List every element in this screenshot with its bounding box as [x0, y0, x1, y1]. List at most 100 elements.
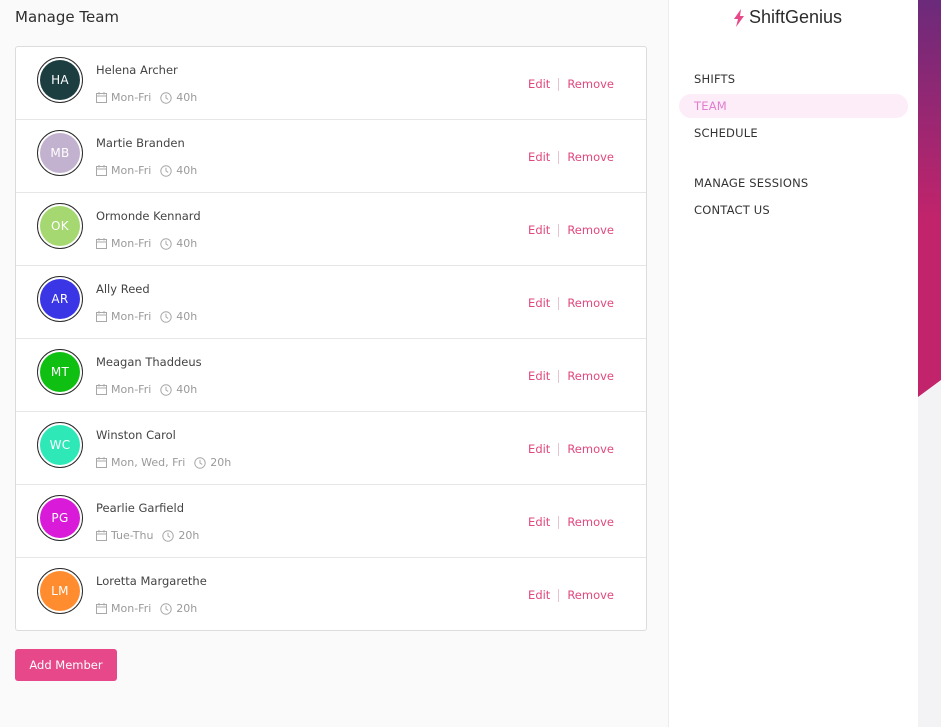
- edit-member-link[interactable]: Edit: [528, 515, 550, 529]
- brand-logo[interactable]: ShiftGenius: [733, 7, 842, 28]
- action-divider: [558, 442, 560, 456]
- member-row: PG Pearlie Garfield Tue-Thu 20h Edit Remove: [16, 485, 646, 558]
- avatar: AR: [37, 276, 83, 322]
- action-divider: [558, 588, 560, 602]
- nav-item-shifts[interactable]: SHIFTS: [694, 72, 735, 86]
- member-schedule: Mon-Fri 40h: [96, 164, 197, 177]
- clock-icon: [160, 602, 172, 615]
- member-hours: 20h: [176, 602, 198, 615]
- member-row: MB Martie Branden Mon-Fri 40h Edit Remove: [16, 120, 646, 193]
- edit-member-link[interactable]: Edit: [528, 296, 550, 310]
- member-schedule: Mon-Fri 40h: [96, 237, 197, 250]
- member-days: Mon, Wed, Fri: [111, 456, 186, 469]
- member-row: LM Loretta Margarethe Mon-Fri 20h Edit Remove: [16, 558, 646, 631]
- member-days: Mon-Fri: [111, 602, 152, 615]
- avatar-initials: OK: [40, 206, 80, 246]
- member-days: Tue-Thu: [111, 529, 154, 542]
- bolt-icon: [733, 8, 745, 27]
- remove-member-link[interactable]: Remove: [567, 588, 614, 602]
- member-name: Meagan Thaddeus: [96, 355, 202, 369]
- edit-member-link[interactable]: Edit: [528, 150, 550, 164]
- member-schedule: Tue-Thu 20h: [96, 529, 199, 542]
- clock-icon: [160, 310, 172, 323]
- avatar-initials: HA: [40, 60, 80, 100]
- member-hours: 40h: [176, 164, 198, 177]
- member-actions: Edit Remove: [528, 150, 614, 164]
- member-row: AR Ally Reed Mon-Fri 40h Edit Remove: [16, 266, 646, 339]
- member-hours: 40h: [176, 310, 198, 323]
- action-divider: [558, 515, 560, 529]
- avatar-initials: MT: [40, 352, 80, 392]
- clock-icon: [160, 164, 172, 177]
- action-divider: [558, 150, 560, 164]
- action-divider: [558, 77, 560, 91]
- member-hours: 40h: [176, 237, 198, 250]
- clock-icon: [160, 237, 172, 250]
- remove-member-link[interactable]: Remove: [567, 369, 614, 383]
- remove-member-link[interactable]: Remove: [567, 515, 614, 529]
- avatar-initials: AR: [40, 279, 80, 319]
- member-schedule: Mon-Fri 40h: [96, 91, 197, 104]
- member-schedule: Mon-Fri 40h: [96, 383, 197, 396]
- member-schedule: Mon, Wed, Fri 20h: [96, 456, 231, 469]
- member-name: Winston Carol: [96, 428, 176, 442]
- member-name: Martie Branden: [96, 136, 185, 150]
- brand-name: ShiftGenius: [749, 7, 843, 27]
- member-name: Pearlie Garfield: [96, 501, 184, 515]
- edit-member-link[interactable]: Edit: [528, 77, 550, 91]
- action-divider: [558, 369, 560, 383]
- member-name: Helena Archer: [96, 63, 178, 77]
- remove-member-link[interactable]: Remove: [567, 223, 614, 237]
- member-schedule: Mon-Fri 20h: [96, 602, 197, 615]
- avatar-initials: MB: [40, 133, 80, 173]
- calendar-icon: [96, 238, 107, 249]
- sidebar: ShiftGenius SHIFTS TEAM SCHEDULE MANAGE …: [668, 0, 918, 727]
- remove-member-link[interactable]: Remove: [567, 77, 614, 91]
- avatar-initials: LM: [40, 571, 80, 611]
- member-row: HA Helena Archer Mon-Fri 40h Edit Remove: [16, 47, 646, 120]
- member-row: MT Meagan Thaddeus Mon-Fri 40h Edit Remove: [16, 339, 646, 412]
- remove-member-link[interactable]: Remove: [567, 296, 614, 310]
- decorative-gradient-corner: [918, 0, 941, 727]
- add-member-button[interactable]: Add Member: [15, 649, 117, 681]
- action-divider: [558, 223, 560, 237]
- member-actions: Edit Remove: [528, 442, 614, 456]
- edit-member-link[interactable]: Edit: [528, 223, 550, 237]
- member-actions: Edit Remove: [528, 77, 614, 91]
- member-hours: 40h: [176, 383, 198, 396]
- avatar-initials: PG: [40, 498, 80, 538]
- team-member-list: HA Helena Archer Mon-Fri 40h Edit Remove MB Mar…: [15, 46, 647, 631]
- avatar: WC: [37, 422, 83, 468]
- member-actions: Edit Remove: [528, 296, 614, 310]
- edit-member-link[interactable]: Edit: [528, 442, 550, 456]
- nav-item-team[interactable]: TEAM: [694, 99, 727, 113]
- member-days: Mon-Fri: [111, 91, 152, 104]
- member-actions: Edit Remove: [528, 588, 614, 602]
- member-actions: Edit Remove: [528, 223, 614, 237]
- member-hours: 20h: [178, 529, 200, 542]
- remove-member-link[interactable]: Remove: [567, 442, 614, 456]
- edit-member-link[interactable]: Edit: [528, 369, 550, 383]
- member-days: Mon-Fri: [111, 310, 152, 323]
- avatar: LM: [37, 568, 83, 614]
- nav-item-manage-sessions[interactable]: MANAGE SESSIONS: [694, 176, 808, 190]
- page-title: Manage Team: [15, 8, 119, 26]
- avatar: MT: [37, 349, 83, 395]
- clock-icon: [162, 529, 175, 542]
- member-name: Loretta Margarethe: [96, 574, 207, 588]
- avatar: HA: [37, 57, 83, 103]
- member-actions: Edit Remove: [528, 515, 614, 529]
- avatar: MB: [37, 130, 83, 176]
- action-divider: [558, 296, 560, 310]
- nav-item-contact-us[interactable]: CONTACT US: [694, 203, 770, 217]
- main-content: Manage Team HA Helena Archer Mon-Fri 40h Edi…: [0, 0, 668, 727]
- edit-member-link[interactable]: Edit: [528, 588, 550, 602]
- avatar: PG: [37, 495, 83, 541]
- calendar-icon: [96, 165, 107, 176]
- calendar-icon: [96, 92, 107, 103]
- nav-item-schedule[interactable]: SCHEDULE: [694, 126, 758, 140]
- avatar-initials: WC: [40, 425, 80, 465]
- member-days: Mon-Fri: [111, 383, 152, 396]
- remove-member-link[interactable]: Remove: [567, 150, 614, 164]
- avatar: OK: [37, 203, 83, 249]
